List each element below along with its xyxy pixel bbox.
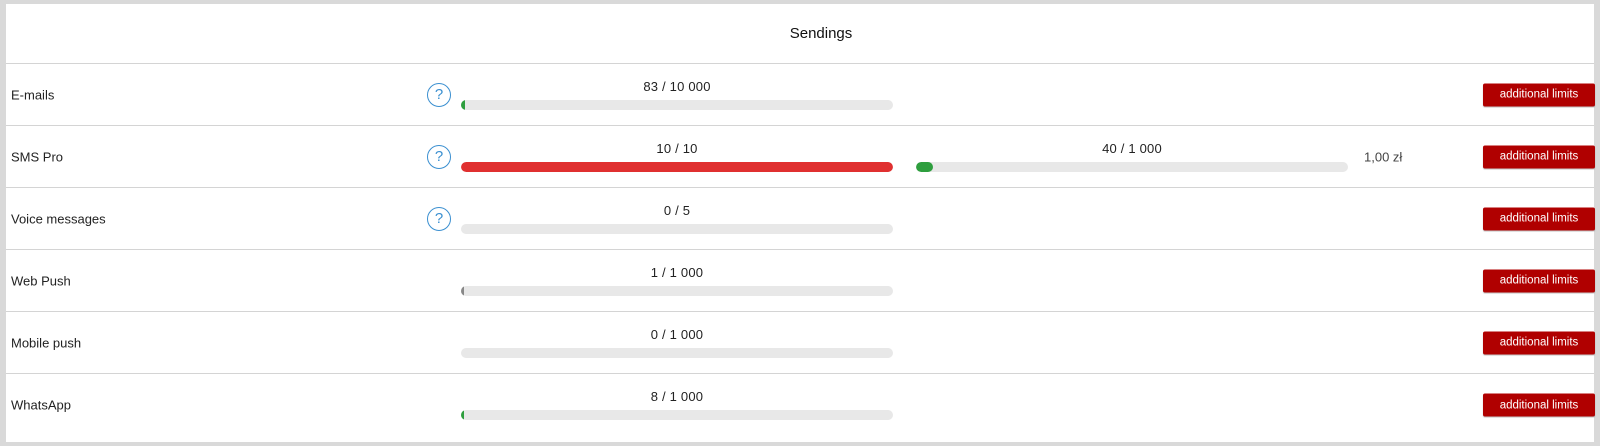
usage-separator: / [658,79,670,94]
usage-used: 40 [1102,141,1117,156]
help-icon[interactable]: ? [427,206,451,231]
usage-separator: / [658,265,670,280]
usage-limit: 1 000 [669,265,704,280]
row-label: Web Push [11,273,71,288]
usage-separator: / [658,389,670,404]
usage-text: 0 / 1 000 [461,326,893,344]
row-label: Voice messages [11,211,106,226]
help-icon[interactable]: ? [427,82,451,107]
usage-limit: 5 [682,203,691,218]
usage-meter: 0 / 5 [461,202,893,234]
usage-limit: 1 000 [1128,141,1162,156]
row-label: WhatsApp [11,397,71,413]
usage-meter: 1 / 1 000 [461,264,893,296]
progress-track [461,410,893,420]
usage-limit: 10 000 [669,79,711,94]
sendings-rows: E-mails? 83 / 10 000 additional limits SMS … [6,64,1595,436]
row-label: E-mails [11,87,55,102]
usage-used: 10 [656,141,672,156]
sending-row: SMS Pro? 10 / 10 40 / 1 000 1,00 zł addition… [6,126,1595,188]
progress-track [461,100,893,110]
sending-row: Mobile push 0 / 1 000 additional limits [6,312,1595,374]
usage-meter: 83 / 10 000 [461,78,893,110]
progress-track [461,224,893,234]
additional-limits-button[interactable]: additional limits [1483,207,1595,230]
usage-separator: / [671,203,683,218]
usage-text: 40 / 1 000 [916,140,1348,158]
usage-text: 0 / 5 [461,202,893,220]
progress-fill [461,100,465,110]
additional-limits-button[interactable]: additional limits [1483,145,1595,168]
usage-text: 83 / 10 000 [461,78,893,96]
sendings-panel: Sendings E-mails? 83 / 10 000 additional l… [6,4,1595,442]
progress-fill [461,286,465,296]
progress-fill [916,162,934,172]
additional-limits-button[interactable]: additional limits [1483,83,1595,106]
sending-row: E-mails? 83 / 10 000 additional limits [6,64,1595,126]
additional-limits-button[interactable]: additional limits [1483,269,1595,292]
progress-track [461,162,893,172]
sending-row: WhatsApp 8 / 1 000 additional limits [6,374,1595,436]
usage-meter: 10 / 10 [461,140,893,172]
additional-limits-button[interactable]: additional limits [1483,331,1595,354]
usage-meter: 0 / 1 000 [461,326,893,358]
additional-limits-button[interactable]: additional limits [1483,393,1595,417]
usage-limit: 1 000 [669,327,704,342]
usage-meter: 40 / 1 000 [916,140,1348,172]
progress-track [461,348,893,358]
sending-row: Web Push 1 / 1 000 additional limits [6,250,1595,312]
usage-text: 10 / 10 [461,140,893,158]
usage-text: 1 / 1 000 [461,264,893,282]
usage-text: 8 / 1 000 [461,388,893,406]
progress-fill [461,162,893,172]
usage-separator: / [658,327,670,342]
usage-limit: 1 000 [669,389,704,404]
panel-title: Sendings [6,4,1594,64]
usage-meter: 8 / 1 000 [461,388,893,420]
progress-track [916,162,1348,172]
row-label: Mobile push [11,335,82,350]
progress-fill [461,410,465,420]
usage-separator: / [1116,141,1129,156]
row-price: 1,00 zł [1364,149,1403,164]
help-icon[interactable]: ? [427,144,451,169]
usage-separator: / [671,141,683,156]
usage-limit: 10 [682,141,698,156]
progress-track [461,286,893,296]
sending-row: Voice messages? 0 / 5 additional limits [6,188,1595,250]
row-label: SMS Pro [11,149,64,164]
usage-used: 83 [643,79,659,94]
